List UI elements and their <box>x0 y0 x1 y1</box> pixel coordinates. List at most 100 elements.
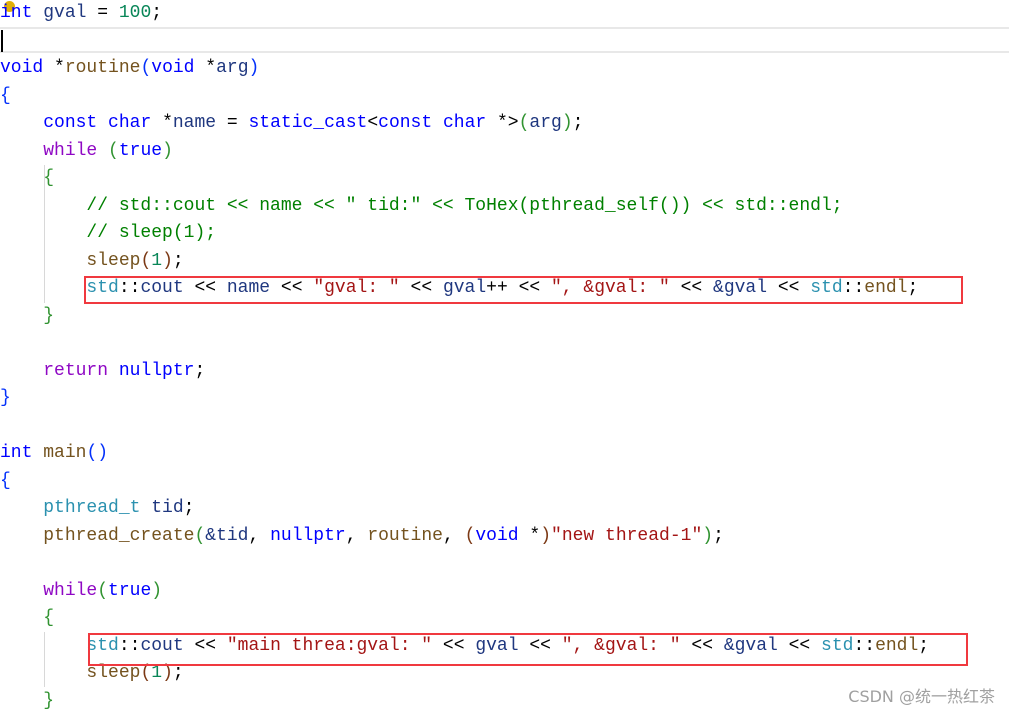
code-token: () <box>86 443 109 463</box>
code-line[interactable]: int gval = 100; <box>0 0 162 28</box>
code-token: int <box>0 3 33 23</box>
highlight-box-routine-cout <box>84 276 963 304</box>
code-token: ) <box>162 250 173 271</box>
code-token: char <box>108 113 152 133</box>
code-token: ) <box>561 113 573 133</box>
code-token: void <box>475 525 519 546</box>
code-token: ) <box>151 580 163 601</box>
code-token: static_cast <box>248 113 368 133</box>
code-token: ; <box>172 250 184 271</box>
code-line[interactable]: { <box>0 605 54 633</box>
code-token: ( <box>518 113 530 133</box>
code-token: ) <box>702 525 714 546</box>
code-token: ; <box>194 360 206 381</box>
code-token: arg <box>216 58 249 78</box>
code-token: routine <box>64 58 141 78</box>
code-line[interactable]: sleep(1); <box>0 248 184 276</box>
code-line[interactable]: return nullptr; <box>0 358 205 386</box>
text-cursor <box>1 30 3 52</box>
code-token: , <box>442 525 465 546</box>
code-token: } <box>0 388 11 408</box>
code-token: } <box>43 690 55 711</box>
code-token: ( <box>464 525 476 546</box>
code-line[interactable]: while(true) <box>0 578 162 606</box>
code-token: * <box>43 58 65 78</box>
code-line[interactable]: { <box>0 83 11 111</box>
code-token: ) <box>162 140 173 161</box>
code-token: name <box>172 113 217 133</box>
code-token: void <box>151 58 195 78</box>
code-token: main <box>43 443 87 463</box>
code-line[interactable]: { <box>0 165 54 193</box>
code-token: const <box>43 113 98 133</box>
code-token: // std::cout << name << " tid:" << ToHex… <box>86 195 843 216</box>
code-line[interactable]: { <box>0 468 11 496</box>
code-token: } <box>43 305 55 326</box>
code-token: ) <box>162 663 173 683</box>
code-line[interactable]: while (true) <box>0 138 173 166</box>
code-line[interactable]: pthread_create(&tid, nullptr, routine, (… <box>0 523 724 551</box>
code-token: true <box>118 140 163 161</box>
code-token: void <box>0 58 44 78</box>
code-token: ( <box>140 663 152 683</box>
code-line[interactable]: const char *name = static_cast<const cha… <box>0 110 583 138</box>
code-token: ; <box>151 3 163 23</box>
code-token: { <box>0 85 11 106</box>
code-token: ( <box>140 250 152 271</box>
code-token: { <box>43 608 55 628</box>
code-token: , <box>248 525 271 546</box>
code-editor[interactable]: int gval = 100; void *routine(void *arg){… <box>0 0 1009 715</box>
code-token: nullptr <box>118 360 195 381</box>
code-token: true <box>108 580 152 601</box>
code-token: // sleep(1); <box>86 223 217 243</box>
code-token: = <box>216 113 249 133</box>
code-token: ( <box>194 525 206 546</box>
code-line[interactable]: // std::cout << name << " tid:" << ToHex… <box>0 193 843 221</box>
code-line[interactable]: void *routine(void *arg) <box>0 55 259 83</box>
code-token: "new thread-1" <box>551 525 703 546</box>
code-token: ) <box>540 525 552 546</box>
code-token: ; <box>713 525 724 546</box>
code-token: char <box>442 113 487 133</box>
code-token: tid <box>151 498 184 518</box>
code-token: { <box>43 168 55 188</box>
code-token: 100 <box>118 3 152 23</box>
code-token: { <box>0 470 11 491</box>
code-line[interactable]: int main() <box>0 440 108 468</box>
code-token: ( <box>108 140 119 161</box>
code-token: 1 <box>151 250 163 271</box>
code-line[interactable]: pthread_t tid; <box>0 495 194 523</box>
code-line[interactable]: // sleep(1); <box>0 220 216 248</box>
code-token: gval <box>43 3 87 23</box>
code-token: sleep <box>86 250 141 271</box>
code-token: * <box>194 58 217 78</box>
code-line[interactable]: } <box>0 385 11 413</box>
code-token: &tid <box>205 525 249 546</box>
watermark: CSDN @统一热红茶 <box>848 687 995 706</box>
code-token: *> <box>486 113 519 133</box>
code-line[interactable]: } <box>0 303 54 331</box>
code-token: ( <box>140 58 152 78</box>
code-token: const <box>378 113 433 133</box>
code-line[interactable]: } <box>0 688 54 715</box>
code-token: ( <box>97 580 109 601</box>
code-token: ; <box>172 663 184 683</box>
